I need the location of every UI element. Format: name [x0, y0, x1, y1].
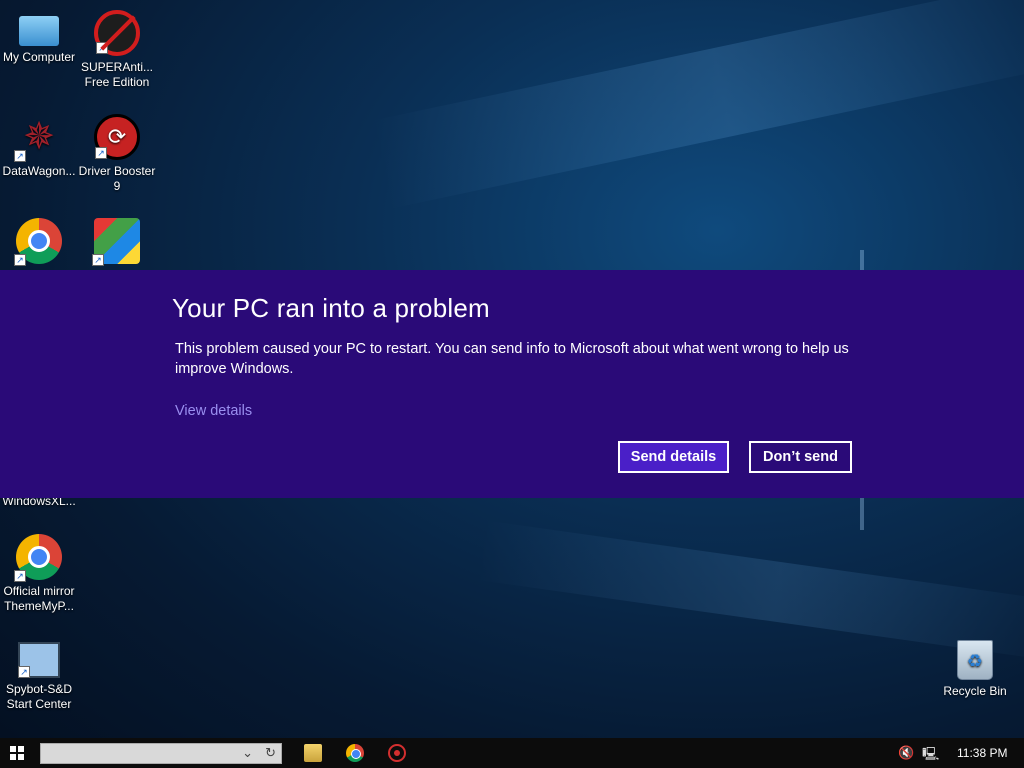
chrome-icon: ↗ [14, 218, 62, 266]
dialog-message: This problem caused your PC to restart. … [175, 341, 849, 377]
avg-icon: ↗ [92, 218, 140, 266]
shortcut-arrow-icon: ↗ [14, 254, 26, 266]
desktop-icon-label: Official mirror ThemeMyP... [3, 584, 75, 613]
datawagon-icon: ✵ ↗ [14, 114, 62, 162]
start-button[interactable] [10, 746, 24, 760]
driver-booster-icon[interactable] [388, 744, 406, 762]
shortcut-arrow-icon: ↗ [14, 570, 26, 582]
desktop-icon-label: My Computer [2, 50, 76, 64]
dont-send-button[interactable]: Don’t send [749, 441, 852, 473]
windows-logo-icon [10, 746, 16, 752]
desktop-icon-driver-booster[interactable]: ⟳ ↗ Driver Booster 9 [78, 114, 156, 194]
shortcut-arrow-icon: ↗ [18, 666, 30, 678]
taskbar: ⌄ ↻ 🔇 🖳 11:38 PM [0, 738, 1024, 768]
file-explorer-icon[interactable] [304, 744, 322, 762]
superantispyware-icon: ↗ [94, 10, 140, 56]
refresh-icon[interactable]: ↻ [265, 745, 276, 761]
taskbar-clock[interactable]: 11:38 PM [957, 746, 1007, 760]
desktop-icon-official-mirror[interactable]: ↗ Official mirror ThemeMyP... [0, 534, 78, 614]
desktop-icon-avg[interactable]: ↗ [78, 218, 156, 268]
recycle-bin-icon: ♻ [957, 640, 993, 680]
taskbar-search-input[interactable]: ⌄ ↻ [40, 743, 282, 764]
desktop-icon-label: Driver Booster 9 [78, 164, 156, 193]
wallpaper-light-beam [370, 0, 1024, 210]
computer-icon [19, 16, 59, 46]
desktop-icon-datawagon[interactable]: ✵ ↗ DataWagon... [0, 114, 78, 179]
volume-muted-icon[interactable]: 🔇 [898, 745, 914, 761]
desktop-icon-my-computer[interactable]: My Computer [0, 10, 78, 65]
network-icon[interactable]: 🖳 [922, 745, 939, 767]
shortcut-arrow-icon: ↗ [14, 150, 26, 162]
chrome-icon: ↗ [14, 534, 62, 582]
driver-booster-icon: ⟳ ↗ [94, 114, 140, 160]
error-dialog: Your PC ran into a problem This problem … [0, 270, 1024, 498]
desktop-icon-superantispyware[interactable]: ↗ SUPERAnti... Free Edition [78, 10, 156, 90]
shortcut-arrow-icon: ↗ [96, 42, 108, 54]
spybot-icon: ↗ [18, 642, 60, 678]
desktop-icon-chrome[interactable]: ↗ [0, 218, 78, 268]
chrome-icon[interactable] [346, 744, 364, 762]
desktop-icon-label: Spybot-S&D Start Center [5, 682, 73, 711]
desktop-icon-label: DataWagon... [2, 164, 76, 178]
chevron-down-icon[interactable]: ⌄ [242, 745, 253, 761]
desktop-icon-label: SUPERAnti... Free Edition [80, 60, 154, 89]
dialog-title: Your PC ran into a problem [172, 293, 490, 323]
desktop-icon-recycle-bin[interactable]: ♻ Recycle Bin [936, 640, 1014, 699]
shortcut-arrow-icon: ↗ [95, 147, 107, 159]
desktop-icon-spybot[interactable]: ↗ Spybot-S&D Start Center [0, 638, 78, 712]
view-details-link[interactable]: View details [175, 403, 252, 419]
desktop-icon-label: Recycle Bin [943, 684, 1007, 698]
shortcut-arrow-icon: ↗ [92, 254, 104, 266]
send-details-button[interactable]: Send details [618, 441, 729, 473]
